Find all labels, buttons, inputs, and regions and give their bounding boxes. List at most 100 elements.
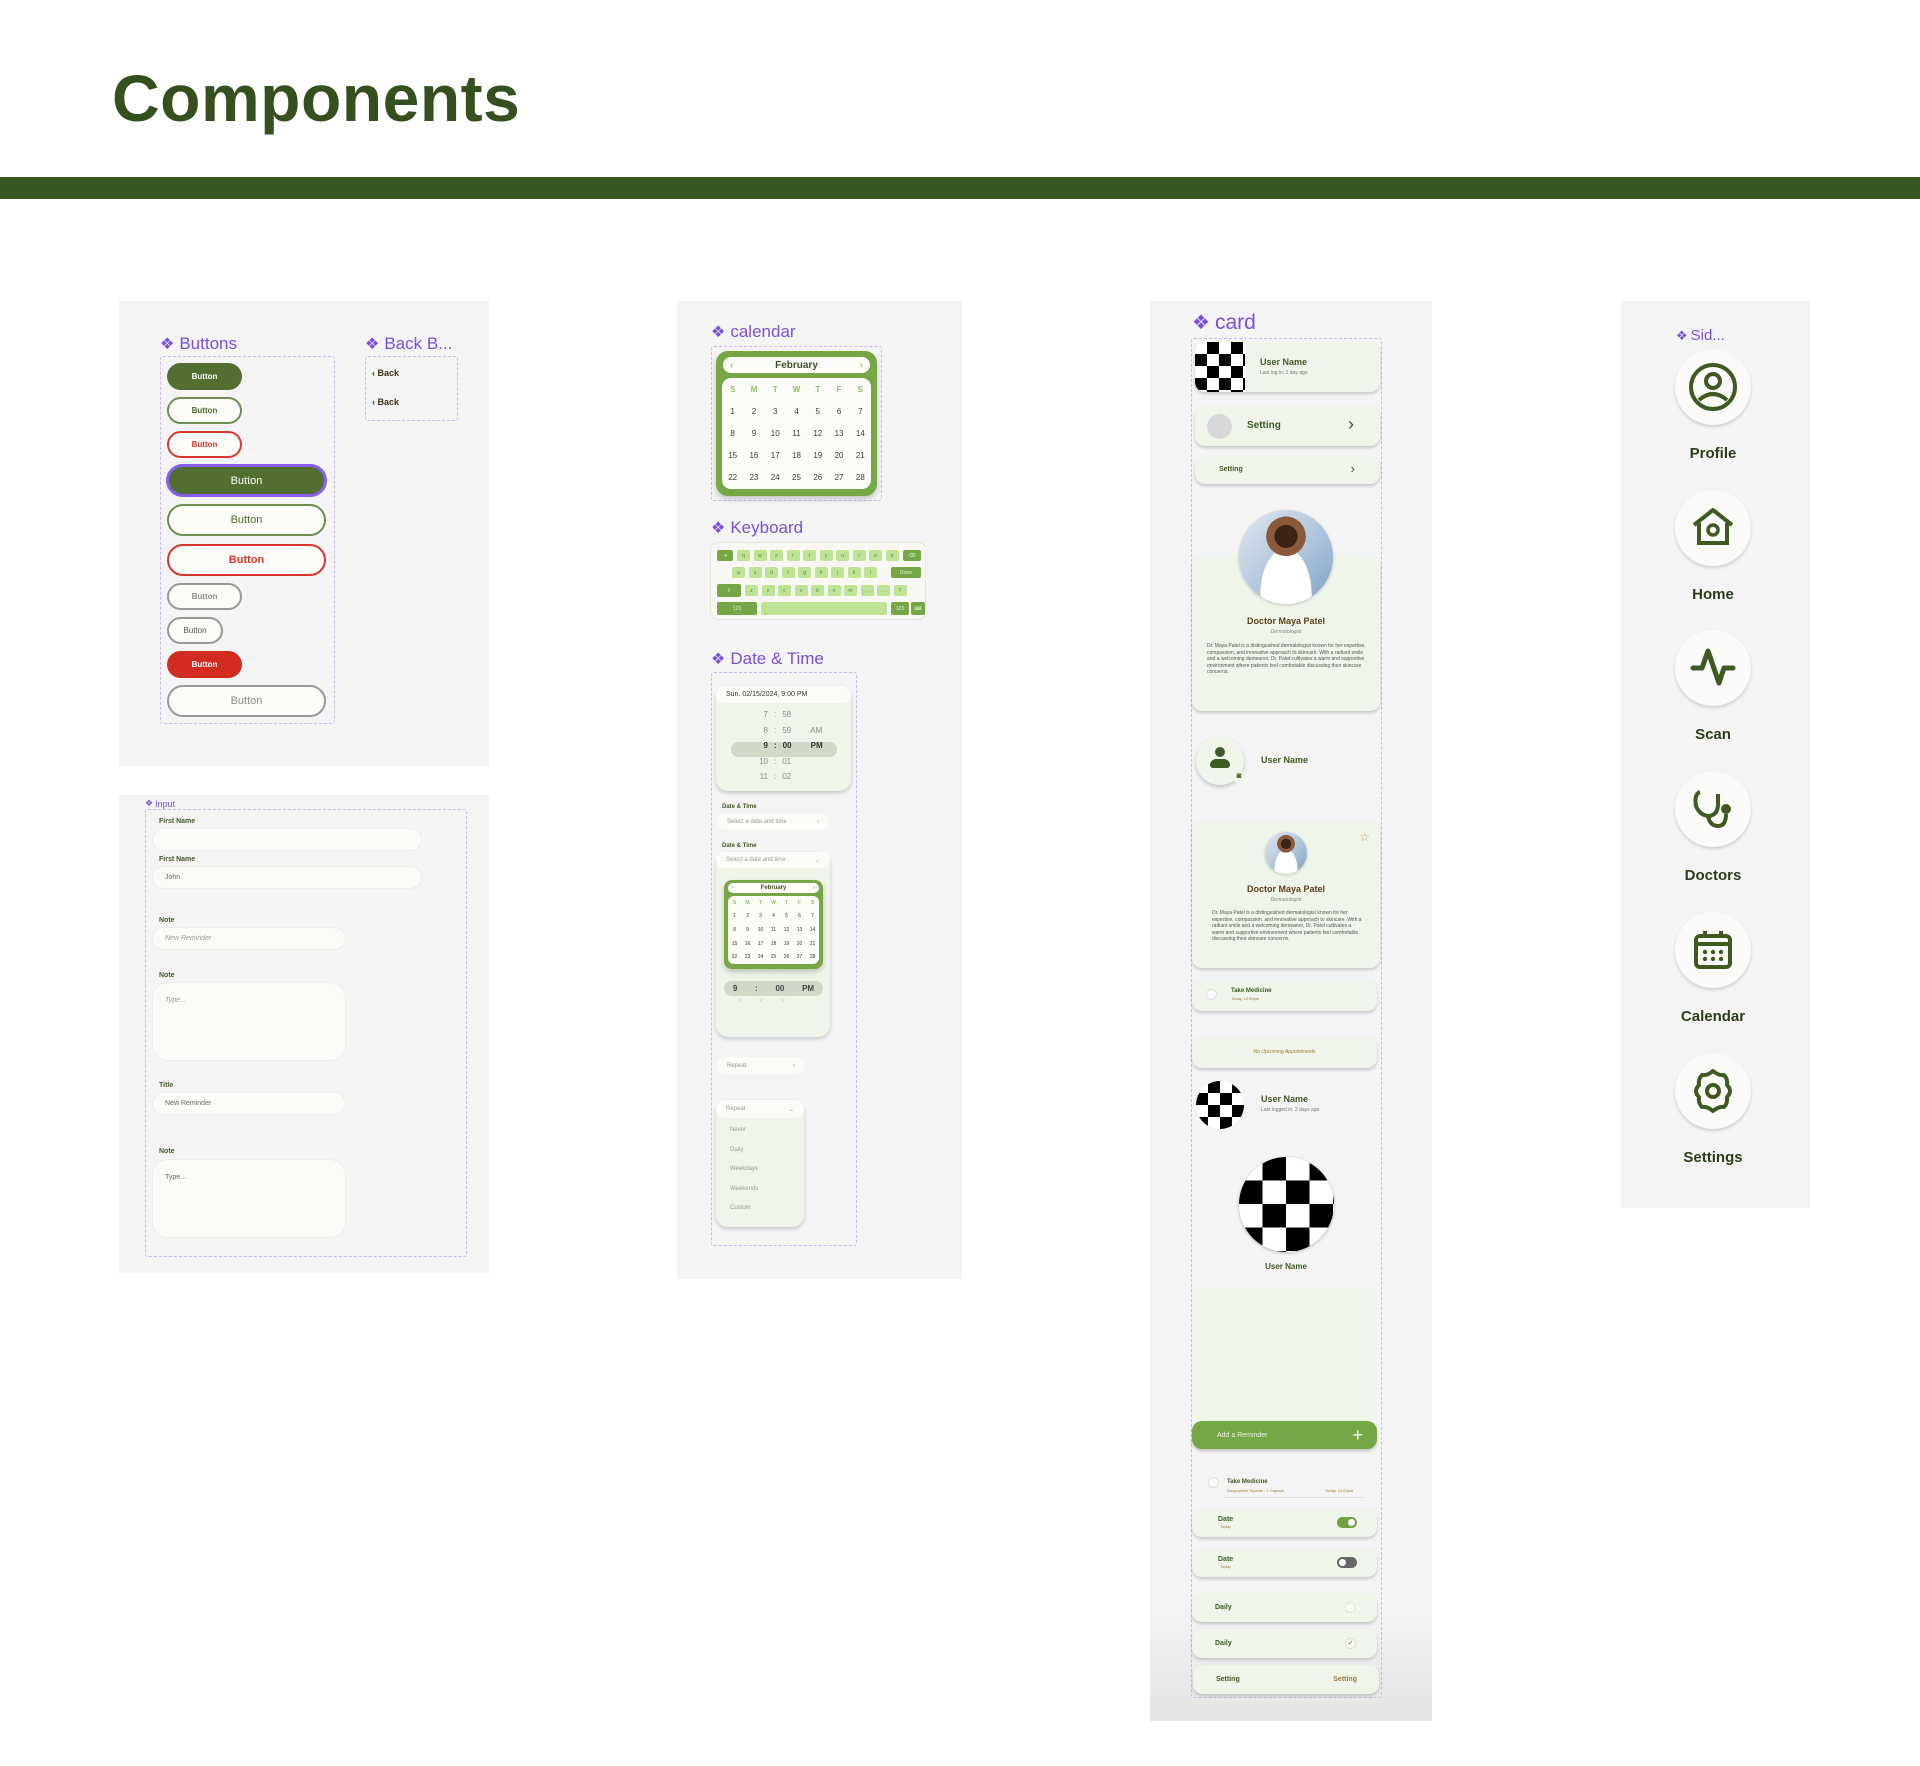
outline-button-large[interactable]: Button [167, 504, 326, 536]
keyboard-key[interactable]: h [814, 567, 828, 578]
keyboard-hide-key[interactable]: ⌨ [911, 602, 925, 615]
calendar-day[interactable]: 24 [765, 473, 786, 482]
setting-row-card[interactable]: Setting Setting [1193, 1665, 1379, 1694]
calendar-day[interactable]: 19 [807, 451, 828, 460]
calendar-day[interactable]: 6 [793, 913, 806, 919]
medicine-checkbox[interactable] [1206, 989, 1217, 1000]
calendar-day[interactable]: 5 [807, 407, 828, 416]
calendar-day[interactable]: 20 [793, 941, 806, 947]
calendar-day[interactable]: 8 [722, 429, 743, 438]
datetime-select[interactable]: Select a date and time › [717, 813, 829, 830]
space-key[interactable] [761, 602, 887, 615]
datetime-select-open[interactable]: Select a date and time ⌄ [716, 852, 830, 868]
sidebar-item-doctors[interactable]: Doctors [1673, 771, 1753, 884]
keyboard-key[interactable]: x [761, 585, 775, 596]
keyboard-key[interactable]: g [798, 567, 811, 578]
calendar-day[interactable]: 6 [828, 407, 849, 416]
calendar-day[interactable]: 4 [767, 913, 780, 919]
calendar-day[interactable]: 4 [786, 407, 807, 416]
calendar-day[interactable]: 15 [728, 941, 741, 947]
medicine-checkbox[interactable] [1208, 1477, 1219, 1488]
daily-radio[interactable] [1345, 1602, 1356, 1613]
calendar-day[interactable]: 7 [850, 407, 871, 416]
keyboard-key[interactable]: v [794, 585, 808, 596]
calendar-day[interactable]: 28 [850, 473, 871, 482]
calendar-day[interactable]: 13 [793, 927, 806, 933]
calendar-day[interactable]: 12 [780, 927, 793, 933]
keyboard-key[interactable]: , [860, 585, 874, 596]
daily-option-card-checked[interactable]: Daily ✓ [1192, 1629, 1377, 1658]
calendar-day[interactable]: 23 [741, 954, 754, 960]
calendar-day[interactable]: 26 [780, 954, 793, 960]
danger-button-small[interactable]: Button [167, 651, 242, 678]
keyboard-key[interactable]: i [852, 550, 866, 561]
shift-key[interactable]: ⇧ [717, 584, 741, 597]
calendar-day[interactable]: 25 [767, 954, 780, 960]
title-input[interactable]: New Reminder [152, 1092, 346, 1115]
secondary-button-xsmall[interactable]: Button [167, 617, 223, 644]
sidebar-item-calendar[interactable]: Calendar [1673, 912, 1753, 1025]
calendar-day[interactable]: 28 [806, 954, 819, 960]
calendar-day[interactable]: 26 [807, 473, 828, 482]
chevron-right-icon[interactable]: › [860, 360, 863, 371]
calendar-day[interactable]: 22 [722, 473, 743, 482]
medicine-card[interactable]: Take Medicine Today, 12:00pm [1192, 979, 1377, 1011]
calendar-day[interactable]: 17 [765, 451, 786, 460]
disabled-button-large[interactable]: Button [167, 685, 326, 717]
numbers-key[interactable]: 123 [717, 602, 757, 615]
calendar-day[interactable]: 19 [780, 941, 793, 947]
primary-button-small[interactable]: Button [167, 363, 242, 390]
keyboard-key[interactable]: o [869, 550, 882, 561]
sidebar-item-scan[interactable]: Scan [1673, 630, 1753, 743]
sidebar-item-settings[interactable]: Settings [1673, 1053, 1753, 1166]
repeat-select[interactable]: Repeat › [717, 1057, 805, 1074]
primary-button-focused[interactable]: Button [166, 464, 327, 497]
time-wheel-row[interactable]: 7:58 [754, 710, 828, 719]
repeat-select-open[interactable]: Repeat ⌄ [716, 1100, 804, 1118]
keyboard-key[interactable]: l [864, 567, 877, 578]
minute-value[interactable]: 00 [775, 984, 784, 993]
toggle-switch-off[interactable] [1337, 1557, 1357, 1568]
keyboard-key[interactable]: r [786, 550, 800, 561]
calendar-day[interactable]: 11 [767, 927, 780, 933]
keyboard-key[interactable]: y [819, 550, 833, 561]
note-input[interactable]: New Reminder [152, 927, 346, 950]
calendar-day[interactable]: 5 [780, 913, 793, 919]
keyboard-key[interactable]: a [732, 567, 745, 578]
note-textarea-filled[interactable]: Type... [152, 1159, 346, 1238]
setting-card-small[interactable]: Setting › [1195, 456, 1380, 484]
calendar-day[interactable]: 9 [741, 927, 754, 933]
calendar-day[interactable]: 25 [786, 473, 807, 482]
setting-card-large[interactable]: Setting › [1195, 406, 1380, 446]
keyboard-key[interactable]: d [765, 567, 778, 578]
calendar-day[interactable]: 18 [767, 941, 780, 947]
time-wheel-row[interactable]: 8:59 AM [754, 726, 828, 735]
hour-value[interactable]: 9 [733, 984, 737, 993]
calendar-day[interactable]: 20 [828, 451, 849, 460]
time-wheel-row[interactable]: 11:02 [754, 772, 828, 781]
tab-key[interactable]: ⇥ [717, 550, 733, 561]
toggle-switch-on[interactable] [1337, 1517, 1357, 1528]
repeat-option[interactable]: Never [730, 1127, 746, 1133]
keyboard-key[interactable]: q [737, 550, 750, 561]
doctor-card-favorite[interactable]: ☆ Doctor Maya Patel Dermatologist Dr. Ma… [1192, 820, 1380, 968]
add-reminder-button[interactable]: Add a Reminder + [1192, 1421, 1377, 1449]
repeat-option[interactable]: Daily [730, 1147, 743, 1153]
first-name-input[interactable]: John [152, 866, 422, 889]
keyboard-key[interactable]: c [778, 585, 791, 596]
keyboard-key[interactable]: u [836, 550, 849, 561]
keyboard-key[interactable]: p [885, 550, 899, 561]
avatar-upload[interactable]: ◙ [1196, 737, 1245, 785]
calendar-day[interactable]: 12 [807, 429, 828, 438]
calendar-day[interactable]: 24 [754, 954, 767, 960]
calendar-day[interactable]: 18 [786, 451, 807, 460]
calendar-day[interactable]: 17 [754, 941, 767, 947]
repeat-option[interactable]: Weekends [730, 1186, 758, 1192]
period-value[interactable]: PM [802, 984, 814, 993]
repeat-option[interactable]: Custom [730, 1205, 751, 1211]
keyboard-key[interactable]: z [745, 585, 758, 596]
calendar-day[interactable]: 21 [806, 941, 819, 947]
decrement-arrows[interactable]: vvv [738, 997, 803, 1004]
keyboard-key[interactable]: . [877, 585, 890, 596]
calendar-day[interactable]: 8 [728, 927, 741, 933]
